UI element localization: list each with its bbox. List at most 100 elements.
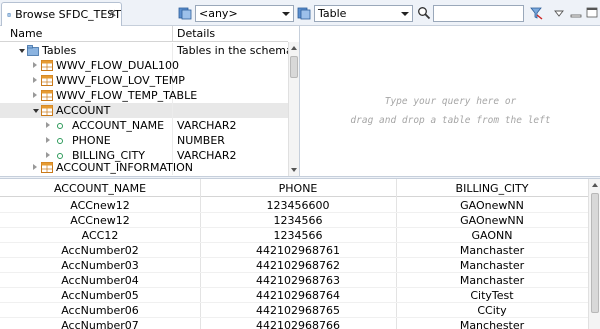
- tree-scrollbar[interactable]: [288, 42, 299, 176]
- tree-row-tables[interactable]: Tables Tables in the schema: [0, 43, 293, 58]
- table-cell: Manchaster: [459, 274, 525, 287]
- table-cell: Manchaster: [459, 244, 525, 257]
- table-cell: 123456600: [266, 199, 330, 212]
- tables-folder-icon: [27, 45, 39, 56]
- scrollbar-thumb[interactable]: [591, 193, 599, 313]
- tab-browse[interactable]: Browse SFDC_TEST ✕: [1, 2, 122, 26]
- tree-label: Tables: [42, 44, 77, 57]
- table-cell: AccNumber04: [61, 274, 139, 287]
- table-cell: 1234566: [273, 229, 323, 242]
- column-header[interactable]: PHONE: [200, 182, 396, 195]
- tree-header: Name Details: [0, 26, 288, 42]
- table-row[interactable]: AccNumber05 442102968764 CityTest: [0, 288, 588, 303]
- column-icon: [57, 123, 63, 129]
- tree-row-table[interactable]: WWV_FLOW_LOV_TEMP: [0, 73, 288, 88]
- table-cell: ACCnew12: [70, 214, 130, 227]
- scroll-up-icon[interactable]: [592, 183, 598, 187]
- column-icon: [57, 138, 63, 144]
- table-cell: 442102968762: [256, 259, 340, 272]
- table-icon: [41, 75, 53, 86]
- tree-row-table[interactable]: ACCOUNT_INFORMATION: [0, 160, 288, 175]
- expand-icon[interactable]: [46, 137, 50, 143]
- table-cell: GAONN: [471, 229, 513, 242]
- results-grid: ACCOUNT_NAME PHONE BILLING_CITY ACCnew12…: [0, 179, 600, 329]
- table-cell: 442102968761: [256, 244, 340, 257]
- tree-label: ACCOUNT_NAME: [72, 119, 165, 132]
- schema-icon[interactable]: [178, 6, 192, 20]
- object-type-value: Table: [318, 7, 347, 20]
- query-hint-line2: drag and drop a table from the left: [350, 115, 551, 126]
- tree-label: PHONE: [72, 134, 111, 147]
- table-icon: [41, 105, 53, 116]
- column-header-name[interactable]: Name: [10, 27, 42, 40]
- tree-detail: VARCHAR2: [177, 119, 237, 132]
- expand-icon[interactable]: [33, 109, 39, 113]
- expand-icon[interactable]: [33, 164, 37, 170]
- table-cell: AccNumber06: [61, 304, 139, 317]
- expand-icon[interactable]: [33, 62, 37, 68]
- scroll-down-icon[interactable]: [291, 168, 297, 172]
- table-cell: 442102968763: [256, 274, 340, 287]
- tree-detail: Tables in the schema: [177, 44, 293, 57]
- search-input[interactable]: [433, 5, 524, 22]
- scrollbar-thumb[interactable]: [290, 56, 298, 78]
- grid-header: ACCOUNT_NAME PHONE BILLING_CITY: [0, 179, 588, 197]
- search-icon[interactable]: [417, 6, 431, 20]
- close-icon[interactable]: ✕: [108, 7, 117, 20]
- tree-row-account[interactable]: ACCOUNT: [0, 103, 288, 118]
- table-cell: GAOnewNN: [460, 214, 524, 227]
- tree-label: WWV_FLOW_DUAL100: [56, 59, 180, 72]
- column-icon: [57, 153, 63, 159]
- scroll-up-icon[interactable]: [291, 46, 297, 50]
- schema-combo-value: <any>: [199, 7, 238, 20]
- schema-tree: Name Details Tables Tables in the schema…: [0, 26, 300, 176]
- table-row[interactable]: AccNumber07 442102968766 Manchester: [0, 318, 588, 329]
- table-row[interactable]: AccNumber02 442102968761 Manchaster: [0, 243, 588, 258]
- expand-icon[interactable]: [46, 152, 50, 158]
- table-cell: 1234566: [273, 214, 323, 227]
- tree-row-table[interactable]: WWV_FLOW_DUAL100: [0, 58, 288, 73]
- table-icon: [41, 162, 53, 173]
- chevron-down-icon: [282, 12, 290, 16]
- expand-icon[interactable]: [33, 92, 37, 98]
- minimize-icon[interactable]: [569, 6, 583, 20]
- tree-label: WWV_FLOW_LOV_TEMP: [56, 74, 185, 87]
- schema-combo[interactable]: <any>: [195, 5, 294, 22]
- table-cell: Manchester: [459, 319, 525, 329]
- table-cell: Manchaster: [459, 259, 525, 272]
- expand-icon[interactable]: [19, 49, 25, 53]
- tree-row-column[interactable]: PHONE NUMBER: [0, 133, 288, 148]
- table-row[interactable]: ACC12 1234566 GAONN: [0, 228, 588, 243]
- chevron-down-icon: [401, 12, 409, 16]
- tree-row-column[interactable]: ACCOUNT_NAME VARCHAR2: [0, 118, 288, 133]
- table-icon: [41, 60, 53, 71]
- table-filter-icon[interactable]: [297, 6, 311, 20]
- table-cell: 442102968766: [256, 319, 340, 329]
- table-row[interactable]: ACCnew12 123456600 GAOnewNN: [0, 198, 588, 213]
- object-type-combo[interactable]: Table: [314, 5, 413, 22]
- table-row[interactable]: AccNumber03 442102968762 Manchaster: [0, 258, 588, 273]
- table-icon: [41, 90, 53, 101]
- expand-icon[interactable]: [33, 77, 37, 83]
- tree-row-table[interactable]: WWV_FLOW_TEMP_TABLE: [0, 88, 288, 103]
- table-cell: AccNumber02: [61, 244, 139, 257]
- column-header[interactable]: BILLING_CITY: [396, 182, 588, 195]
- tree-label: WWV_FLOW_TEMP_TABLE: [56, 89, 198, 102]
- database-icon: [7, 12, 11, 17]
- table-row[interactable]: AccNumber04 442102968763 Manchaster: [0, 273, 588, 288]
- table-row[interactable]: ACCnew12 1234566 GAOnewNN: [0, 213, 588, 228]
- expand-icon[interactable]: [46, 122, 50, 128]
- column-header-details[interactable]: Details: [177, 27, 215, 40]
- query-editor[interactable]: Type your query here or drag and drop a …: [301, 26, 600, 176]
- view-menu-icon[interactable]: [552, 6, 566, 20]
- grid-scrollbar[interactable]: [588, 179, 600, 329]
- table-cell: GAOnewNN: [460, 199, 524, 212]
- table-row[interactable]: AccNumber06 442102968765 CCity: [0, 303, 588, 318]
- column-divider[interactable]: [172, 26, 173, 42]
- maximize-icon[interactable]: [585, 6, 599, 20]
- table-cell: AccNumber03: [61, 259, 139, 272]
- column-header[interactable]: ACCOUNT_NAME: [0, 182, 200, 195]
- table-cell: ACCnew12: [70, 199, 130, 212]
- tree-label: ACCOUNT_INFORMATION: [56, 161, 193, 174]
- clear-filter-icon[interactable]: [529, 6, 543, 20]
